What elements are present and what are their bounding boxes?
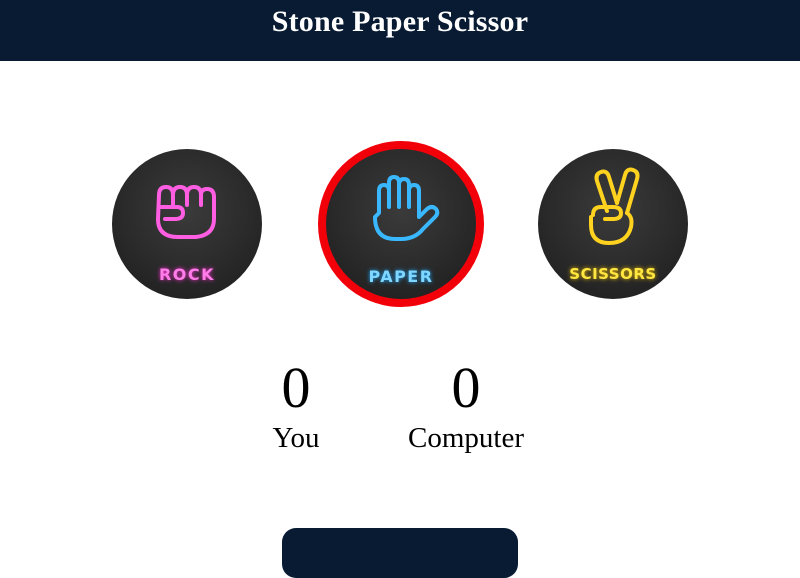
app-header: Stone Paper Scissor	[0, 0, 800, 61]
paper-hand-icon	[373, 175, 440, 241]
computer-score: 0 Computer	[386, 356, 546, 455]
scissors-choice-button[interactable]: SCISSORS	[538, 149, 688, 299]
choice-row: ROCK PAPER SCISSORS	[0, 61, 800, 307]
user-score-value: 0	[281, 355, 311, 420]
result-message-box	[282, 528, 518, 578]
paper-choice-button[interactable]: PAPER	[318, 141, 484, 307]
computer-score-value: 0	[451, 355, 481, 420]
scissors-label: SCISSORS	[569, 265, 657, 283]
paper-label: PAPER	[368, 267, 434, 286]
user-score-label: You	[272, 422, 320, 454]
scoreboard: 0 You 0 Computer	[0, 356, 800, 476]
page-title: Stone Paper Scissor	[271, 4, 529, 38]
rock-choice-button[interactable]: ROCK	[112, 149, 262, 299]
user-score: 0 You	[246, 356, 346, 455]
rock-fist-icon	[156, 185, 216, 239]
scissors-hand-icon	[589, 167, 640, 245]
rock-label: ROCK	[158, 265, 216, 284]
computer-score-label: Computer	[408, 422, 524, 454]
